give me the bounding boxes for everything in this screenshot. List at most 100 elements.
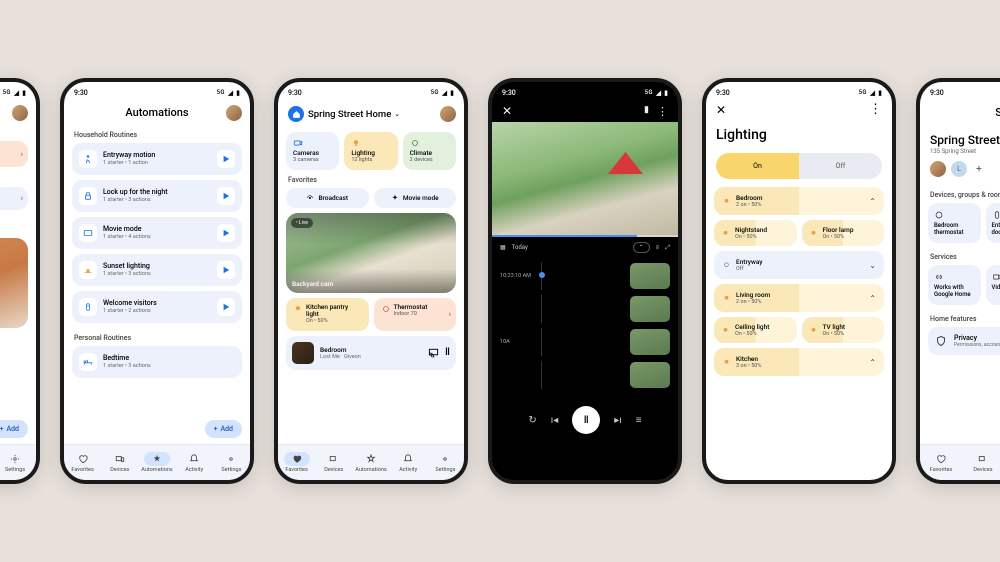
room-kitchen[interactable]: Kitchen3 on • 50% ⌃ [714, 348, 884, 376]
add-member-button[interactable]: + [972, 162, 986, 176]
routine-entryway[interactable]: Entryway motion1 starter • 1 action [72, 143, 242, 175]
broadcast-button[interactable]: Broadcast [286, 188, 369, 208]
zoom-icon[interactable]: ⌃ [633, 242, 650, 253]
avatar[interactable] [226, 105, 242, 121]
play-button[interactable] [217, 261, 235, 279]
fullscreen-icon[interactable]: ⤢ [665, 244, 670, 252]
cast-icon[interactable] [428, 347, 439, 358]
play-button[interactable] [217, 224, 235, 242]
video-live[interactable] [492, 122, 678, 237]
event-thumbnail[interactable] [630, 362, 670, 388]
play-button[interactable] [217, 187, 235, 205]
camera-thumbnail[interactable] [0, 238, 28, 328]
device-thermostat[interactable]: Bedroom thermostat [928, 203, 981, 243]
nav-settings[interactable]: Settings [427, 445, 464, 480]
play-button[interactable] [217, 150, 235, 168]
chevron-down-icon[interactable]: ⌄ [869, 261, 876, 270]
more-icon[interactable]: ⋮ [657, 105, 668, 118]
plus-icon: + [214, 425, 218, 433]
close-button[interactable]: ✕ [502, 104, 512, 118]
lighting-chip[interactable]: Lighting12 lights [344, 132, 397, 170]
room-bedroom[interactable]: Bedroom2 on • 50% ⌃ [714, 187, 884, 215]
member-avatar[interactable]: L [951, 161, 967, 177]
pause-icon[interactable]: ǁ [445, 347, 450, 358]
device-doorbell[interactable]: Entryway doorbell [986, 203, 1000, 243]
battery-icon: ▮ [236, 89, 240, 97]
nav-favorites[interactable]: Favorites [64, 445, 101, 480]
phone-lighting: 9:30 5G◢▮ ✕ ⋮ Lighting On Off Bedroom2 o… [702, 78, 896, 484]
nav-activity[interactable]: Activity [176, 445, 213, 480]
play-button[interactable] [217, 298, 235, 316]
feature-privacy[interactable]: PrivacyPermissions, account activity & [928, 327, 1000, 355]
event-thumbnail[interactable] [630, 329, 670, 355]
light-floorlamp[interactable]: Floor lampOn • 50% [802, 220, 885, 246]
light-nightstand[interactable]: NightstandOn • 50% [714, 220, 797, 246]
avatar[interactable] [440, 106, 456, 122]
pause-button[interactable]: ǁ [572, 406, 600, 434]
next-button[interactable]: ▸ı [614, 415, 622, 426]
cameras-chip[interactable]: Cameras3 cameras [286, 132, 339, 170]
nav-automations[interactable]: Automations [138, 445, 175, 480]
bottom-nav: Favorites Devices Automations Activity S… [64, 444, 250, 480]
room-livingroom[interactable]: Living room2 on • 50% ⌃ [714, 284, 884, 312]
nav-activity[interactable]: Activity [390, 445, 427, 480]
avatar[interactable] [12, 105, 28, 121]
nav-settings[interactable]: Settings [0, 445, 36, 480]
history-icon[interactable]: ↻ [528, 415, 536, 426]
more-options[interactable]: ≡ [636, 415, 642, 426]
media-player[interactable]: BedroomLost Me · Giveon ǁ [286, 336, 456, 370]
nav-favorites[interactable]: Favorites [278, 445, 315, 480]
nav-devices[interactable]: Devices [101, 445, 138, 480]
nav-automations[interactable]: Automations [352, 445, 389, 480]
movie-mode-button[interactable]: Movie mode [374, 188, 457, 208]
more-icon[interactable]: ⋮ [869, 102, 882, 117]
routine-movie[interactable]: Movie mode1 starter • 4 actions [72, 217, 242, 249]
routine-sunset[interactable]: Sunset lighting1 starter • 3 actions [72, 254, 242, 286]
chevron-up-icon[interactable]: ⌃ [869, 358, 876, 367]
event-thumbnail[interactable] [630, 263, 670, 289]
chevron-up-icon[interactable]: ⌃ [869, 294, 876, 303]
toggle-off[interactable]: Off [799, 153, 882, 179]
nav-devices[interactable]: Devices [315, 445, 352, 480]
nav-devices[interactable]: Devices [962, 445, 1000, 480]
calendar-icon[interactable]: ▦ [500, 244, 506, 251]
timeline[interactable]: 10:23:10 AM 10A [492, 258, 678, 398]
filter-icon[interactable]: ≡ [656, 244, 660, 251]
light-tv[interactable]: TV lightOn • 50% [802, 317, 885, 343]
battery-icon: ▮ [878, 89, 882, 97]
clock: 9:30 [930, 89, 944, 97]
gear-icon [226, 454, 236, 464]
broadcast-icon [306, 194, 314, 202]
battery-icon: ▮ [22, 89, 26, 97]
add-button[interactable]: +Add [205, 420, 242, 438]
close-button[interactable]: ✕ [716, 103, 726, 117]
service-works-with[interactable]: Works with Google Home [928, 265, 981, 305]
battery-icon: ▮ [664, 89, 668, 97]
kitchen-light-chip[interactable]: Kitchen pantry lightOn • 50% [286, 298, 369, 331]
section-features: Home features [920, 309, 1000, 327]
signal-icon: ◢ [442, 89, 447, 97]
event-thumbnail[interactable] [630, 296, 670, 322]
service-video[interactable]: Video [986, 265, 1000, 305]
add-button[interactable]: +Add [0, 420, 28, 438]
member-avatar[interactable] [930, 161, 946, 177]
nav-settings[interactable]: Settings [213, 445, 250, 480]
light-ceiling[interactable]: Ceiling lightOn • 50% [714, 317, 797, 343]
camera-live-tile[interactable]: • Live Backyard cam [286, 213, 456, 293]
section-services: Services [920, 247, 1000, 265]
toggle-on[interactable]: On [716, 153, 799, 179]
room-entryway[interactable]: EntrywayOff ⌄ [714, 251, 884, 279]
routine-lockup[interactable]: Lock up for the night1 starter • 3 actio… [72, 180, 242, 212]
routine-bedtime[interactable]: Bedtime1 starter • 3 actions [72, 346, 242, 378]
climate-chip[interactable]: Climate2 devices [403, 132, 456, 170]
chevron-up-icon[interactable]: ⌃ [869, 197, 876, 206]
routine-welcome[interactable]: Welcome visitors1 starter • 2 actions [72, 291, 242, 323]
prev-button[interactable]: ı◂ [551, 415, 559, 426]
on-off-toggle[interactable]: On Off [716, 153, 882, 179]
display-chip[interactable]: Display › [0, 187, 28, 210]
title-bar[interactable]: Spring Street Home ⌄ [278, 100, 464, 128]
nav-favorites[interactable]: Favorites [920, 445, 962, 480]
automations-icon [152, 454, 162, 464]
thermostat-chip[interactable]: Thermostat Indoor 70 › [0, 141, 28, 167]
thermostat-chip[interactable]: ThermostatIndoor 70› [374, 298, 457, 331]
